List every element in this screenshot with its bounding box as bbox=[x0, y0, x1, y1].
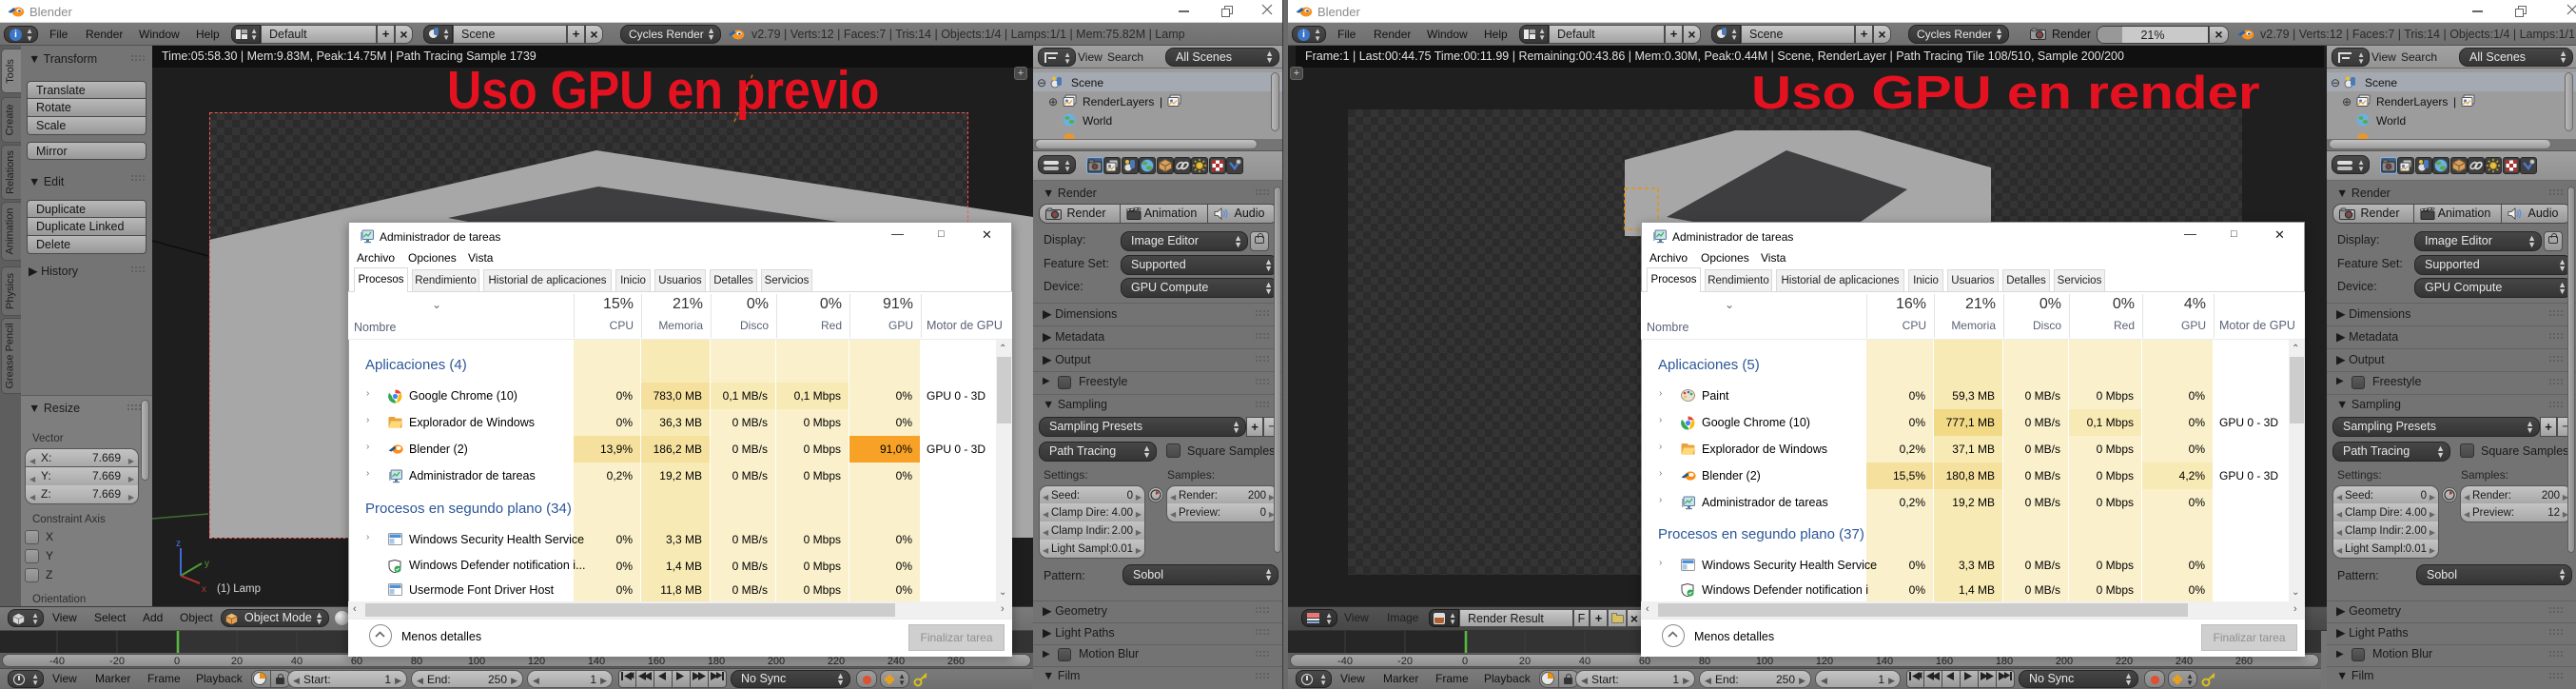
svg-text:-20: -20 bbox=[1397, 656, 1413, 667]
svg-text:240: 240 bbox=[2176, 656, 2193, 667]
svg-text:z: z bbox=[176, 539, 181, 549]
svg-text:180: 180 bbox=[708, 656, 725, 667]
svg-text:20: 20 bbox=[1519, 656, 1531, 667]
svg-text:200: 200 bbox=[768, 656, 785, 667]
svg-text:220: 220 bbox=[2116, 656, 2133, 667]
svg-text:0: 0 bbox=[174, 656, 180, 667]
svg-text:120: 120 bbox=[528, 656, 545, 667]
svg-text:100: 100 bbox=[1756, 656, 1773, 667]
svg-text:160: 160 bbox=[648, 656, 665, 667]
svg-text:x: x bbox=[202, 584, 206, 595]
svg-text:260: 260 bbox=[2235, 656, 2253, 667]
svg-text:120: 120 bbox=[1816, 656, 1833, 667]
svg-text:y: y bbox=[205, 559, 209, 569]
svg-text:100: 100 bbox=[468, 656, 485, 667]
svg-text:-40: -40 bbox=[1337, 656, 1353, 667]
svg-text:-20: -20 bbox=[109, 656, 125, 667]
svg-text:200: 200 bbox=[2056, 656, 2073, 667]
svg-text:20: 20 bbox=[231, 656, 243, 667]
svg-text:140: 140 bbox=[588, 656, 605, 667]
svg-text:-40: -40 bbox=[49, 656, 65, 667]
svg-text:40: 40 bbox=[1579, 656, 1590, 667]
svg-text:220: 220 bbox=[828, 656, 845, 667]
svg-text:60: 60 bbox=[1639, 656, 1650, 667]
svg-text:180: 180 bbox=[1996, 656, 2013, 667]
svg-text:80: 80 bbox=[411, 656, 422, 667]
svg-text:240: 240 bbox=[888, 656, 905, 667]
svg-text:140: 140 bbox=[1876, 656, 1893, 667]
svg-text:160: 160 bbox=[1936, 656, 1953, 667]
svg-text:80: 80 bbox=[1699, 656, 1710, 667]
svg-text:60: 60 bbox=[351, 656, 362, 667]
svg-text:40: 40 bbox=[291, 656, 302, 667]
svg-text:260: 260 bbox=[947, 656, 965, 667]
svg-text:0: 0 bbox=[1462, 656, 1468, 667]
